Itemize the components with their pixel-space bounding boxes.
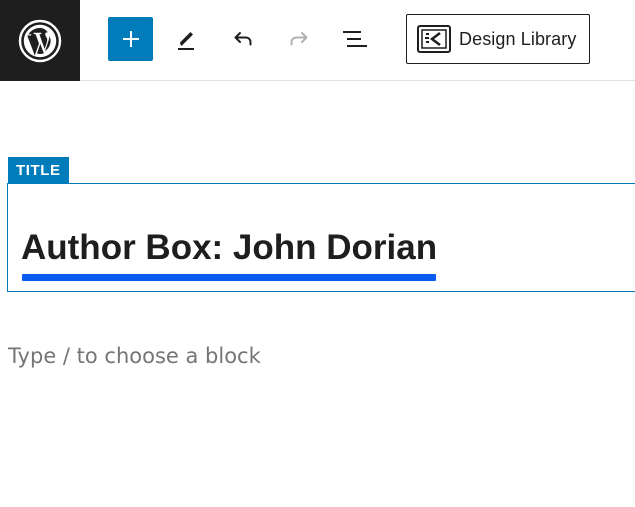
redo-icon [290,32,308,46]
add-block-button[interactable] [108,17,153,61]
edit-mode-button[interactable] [169,22,203,56]
list-view-button[interactable] [338,22,372,56]
wordpress-logo-icon [18,19,62,62]
block-placeholder[interactable]: Type / to choose a block [8,344,261,368]
wordpress-logo-button[interactable] [0,0,80,81]
post-title[interactable]: Author Box: John Dorian [21,226,437,270]
undo-icon [234,32,252,46]
pencil-icon [178,32,194,50]
editor-toolbar: Design Library [0,0,635,81]
title-underline [22,274,436,281]
editor-page: Design Library TITLE Author Box: John Do… [0,0,635,507]
title-block[interactable]: Author Box: John Dorian [7,183,635,292]
design-library-label: Design Library [459,28,577,49]
redo-button[interactable] [282,22,316,56]
plus-icon [122,31,139,47]
title-block-badge: TITLE [8,157,69,184]
list-view-icon [343,31,367,47]
design-library-icon [417,25,451,53]
undo-button[interactable] [226,22,260,56]
design-library-button[interactable]: Design Library [406,14,590,64]
